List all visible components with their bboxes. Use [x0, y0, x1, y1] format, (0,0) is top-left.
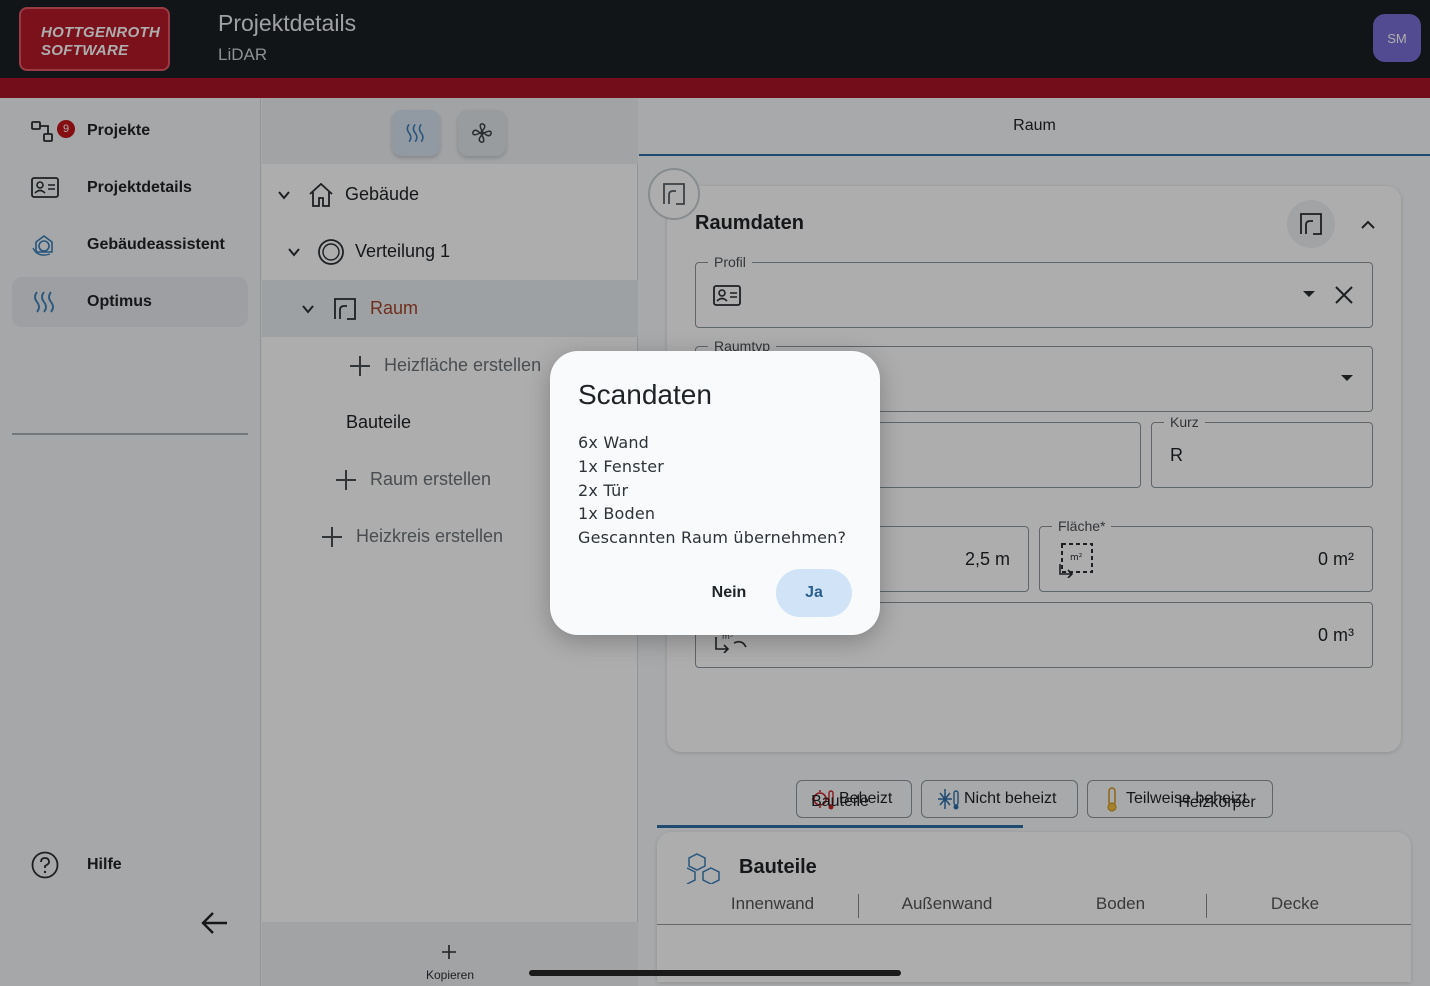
home-indicator[interactable] — [529, 970, 901, 976]
ja-button[interactable]: Ja — [776, 569, 852, 617]
scan-result-line: 2x Tür — [578, 480, 629, 500]
dialog-title: Scandaten — [578, 379, 712, 410]
scan-result-line: 1x Fenster — [578, 456, 665, 476]
scandaten-dialog: Scandaten 6x Wand 1x Fenster 2x Tür 1x B… — [550, 351, 880, 635]
nein-button[interactable]: Nein — [696, 569, 762, 617]
dialog-body: 6x Wand 1x Fenster 2x Tür 1x Boden Gesca… — [578, 431, 846, 550]
dialog-question: Gescannten Raum übernehmen? — [578, 528, 847, 548]
scan-result-line: 6x Wand — [578, 433, 650, 452]
scan-result-line: 1x Boden — [578, 504, 656, 524]
